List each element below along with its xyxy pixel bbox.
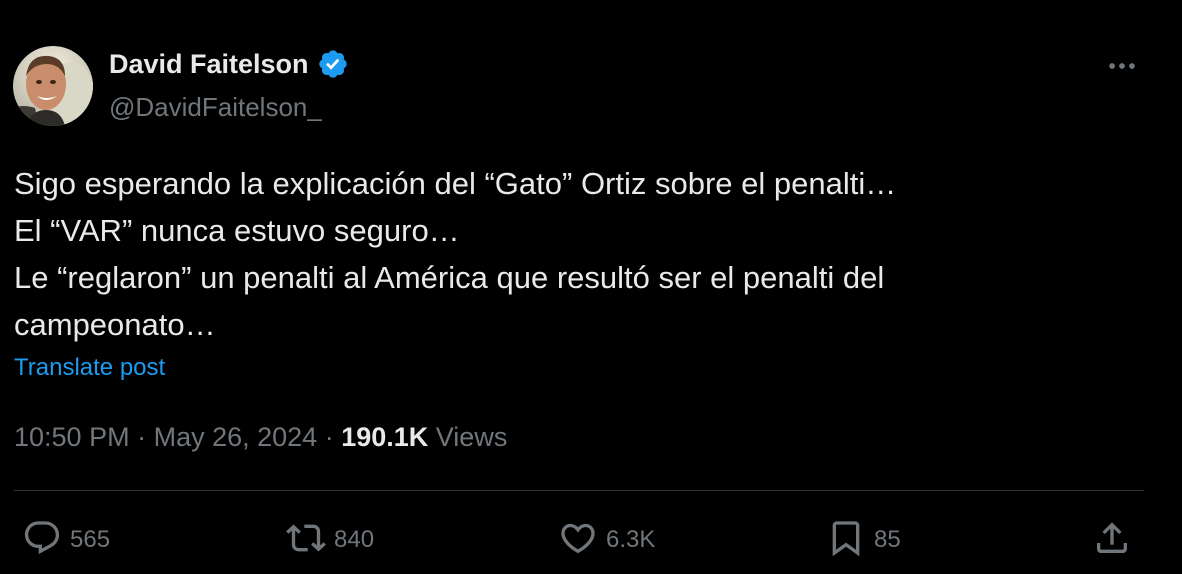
verified-badge-icon[interactable] [317, 48, 349, 80]
share-button[interactable] [1092, 512, 1132, 568]
avatar[interactable] [13, 46, 93, 126]
views-label: Views [435, 422, 508, 452]
reply-count: 565 [70, 526, 111, 553]
reply-icon [22, 518, 62, 563]
post-time[interactable]: 10:50 PM [14, 422, 130, 452]
translate-post-link[interactable]: Translate post [14, 354, 165, 382]
post-meta: 10:50 PM · May 26, 2024 · 190.1K Views [14, 422, 507, 453]
repost-count: 840 [334, 526, 375, 553]
share-icon [1092, 518, 1132, 563]
bookmark-count: 85 [874, 526, 901, 553]
tweet: David Faitelson @DavidFaitelson_ Sigo es… [0, 0, 1182, 574]
views-count: 190.1K [341, 422, 429, 452]
reply-button[interactable]: 565 [22, 512, 110, 568]
tweet-text-line: Le “reglaron” un penalti al América que … [14, 260, 885, 295]
like-count: 6.3K [606, 526, 656, 553]
author-name[interactable]: David Faitelson [109, 49, 309, 80]
bookmark-button[interactable]: 85 [826, 512, 901, 568]
tweet-text-line: Sigo esperando la explicación del “Gato”… [14, 166, 897, 201]
post-date[interactable]: May 26, 2024 [154, 422, 318, 452]
repost-icon [286, 518, 326, 563]
repost-button[interactable]: 840 [286, 512, 374, 568]
action-bar: 565 840 6.3K 85 [0, 512, 1182, 568]
divider [14, 490, 1144, 491]
author-handle[interactable]: @DavidFaitelson_ [109, 92, 322, 123]
tweet-text: Sigo esperando la explicación del “Gato”… [14, 160, 1154, 348]
meta-separator: · [317, 422, 342, 452]
heart-icon [558, 518, 598, 563]
tweet-text-line: El “VAR” nunca estuvo seguro… [14, 213, 460, 248]
tweet-text-line: campeonato… [14, 307, 216, 342]
more-icon[interactable] [1102, 48, 1142, 84]
bookmark-icon [826, 518, 866, 563]
author-name-row: David Faitelson [109, 48, 349, 80]
like-button[interactable]: 6.3K [558, 512, 655, 568]
meta-separator: · [129, 422, 154, 452]
